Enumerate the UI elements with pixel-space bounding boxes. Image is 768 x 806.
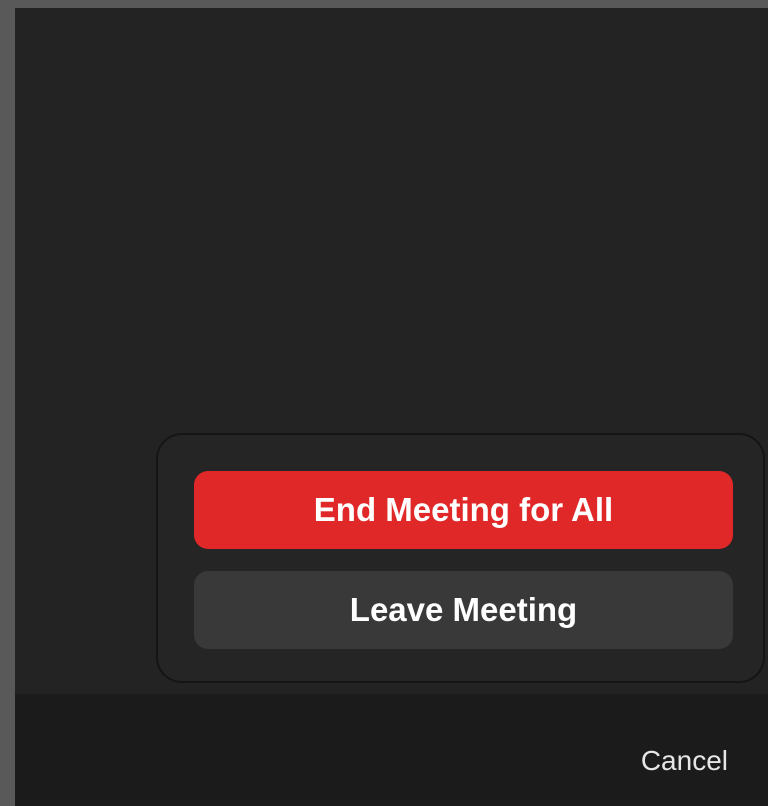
leave-meeting-button[interactable]: Leave Meeting: [194, 571, 733, 649]
meeting-window: End Meeting for All Leave Meeting Cancel: [15, 8, 768, 806]
end-meeting-popover: End Meeting for All Leave Meeting: [156, 433, 765, 683]
cancel-button[interactable]: Cancel: [641, 745, 728, 777]
end-meeting-for-all-button[interactable]: End Meeting for All: [194, 471, 733, 549]
